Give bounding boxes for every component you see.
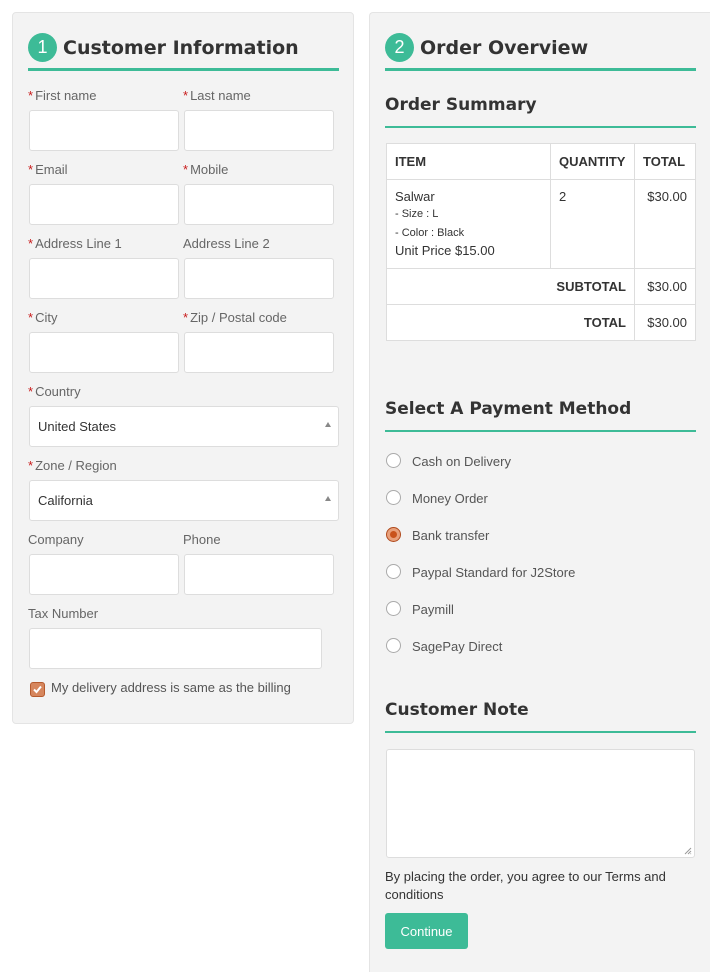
zip-label: * Zip / Postal code — [183, 310, 287, 325]
city-input[interactable] — [29, 332, 179, 373]
quantity-column-header: QUANTITY — [550, 143, 635, 180]
zone-value: California — [38, 493, 93, 508]
zone-select[interactable]: California — [29, 480, 339, 521]
address-line-1-label: * Address Line 1 — [28, 236, 122, 251]
table-header-row: ITEM QUANTITY TOTAL — [386, 143, 696, 180]
country-label: * Country — [28, 384, 81, 399]
order-overview-panel: 2 Order Overview Order Summary ITEM QUAN… — [369, 12, 710, 972]
subtotal-value: $30.00 — [634, 268, 696, 305]
subtotal-row: SUBTOTAL $30.00 — [386, 268, 696, 305]
customer-information-panel: 1 Customer Information * First name * Last… — [12, 12, 354, 724]
step-number-badge: 1 — [28, 33, 57, 62]
payment-method-title: Select A Payment Method — [385, 399, 696, 432]
customer-information-header: 1 Customer Information — [28, 27, 339, 71]
required-mark: * — [28, 88, 34, 103]
required-mark: * — [183, 88, 189, 103]
subtotal-label: SUBTOTAL — [386, 268, 635, 305]
required-mark: * — [28, 310, 34, 325]
total-label: TOTAL — [386, 304, 635, 341]
tax-number-label: Tax Number — [28, 606, 99, 621]
select-arrow-icon — [325, 496, 331, 501]
item-total-cell: $30.00 — [634, 179, 696, 269]
company-input[interactable] — [29, 554, 179, 595]
payment-label[interactable]: Money Order — [412, 491, 488, 506]
total-row: TOTAL $30.00 — [386, 304, 696, 341]
country-select[interactable]: United States — [29, 406, 339, 447]
label-text: Last name — [190, 88, 251, 103]
order-overview-header: 2 Order Overview — [385, 27, 696, 71]
item-column-header: ITEM — [386, 143, 551, 180]
address-line-2-label: Address Line 2 — [183, 236, 270, 251]
company-label: Company — [28, 532, 84, 547]
check-icon — [33, 685, 42, 694]
customer-note-textarea[interactable] — [386, 749, 695, 858]
label-text: Zip / Postal code — [190, 310, 287, 325]
zip-input[interactable] — [184, 332, 334, 373]
required-mark: * — [28, 236, 34, 251]
section-title: Customer Information — [63, 36, 299, 59]
customer-note-title: Customer Note — [385, 700, 696, 733]
mobile-label: * Mobile — [183, 162, 228, 177]
label-text: Address Line 1 — [35, 236, 122, 251]
label-text: City — [35, 310, 58, 325]
item-color: - Color : Black — [395, 227, 465, 239]
required-mark: * — [28, 162, 34, 177]
payment-label[interactable]: Paymill — [412, 602, 454, 617]
payment-label[interactable]: Bank transfer — [412, 528, 489, 543]
required-mark: * — [28, 458, 34, 473]
select-arrow-icon — [325, 422, 331, 427]
required-mark: * — [183, 310, 189, 325]
address-line-1-input[interactable] — [29, 258, 179, 299]
payment-label[interactable]: Paypal Standard for J2Store — [412, 565, 575, 580]
required-mark: * — [28, 384, 34, 399]
label-text: First name — [35, 88, 97, 103]
payment-label[interactable]: SagePay Direct — [412, 639, 502, 654]
payment-radio-cash-on-delivery[interactable] — [386, 453, 401, 468]
label-text: Mobile — [190, 162, 229, 177]
label-text: Email — [35, 162, 68, 177]
total-value: $30.00 — [634, 304, 696, 341]
continue-button[interactable]: Continue — [385, 913, 468, 949]
step-number-badge: 2 — [385, 33, 414, 62]
item-name: Salwar — [395, 189, 435, 204]
payment-radio-paypal[interactable] — [386, 564, 401, 579]
country-value: United States — [38, 419, 117, 434]
last-name-label: * Last name — [183, 88, 251, 103]
same-address-label: My delivery address is same as the billi… — [51, 680, 291, 695]
same-address-checkbox[interactable] — [30, 682, 45, 697]
last-name-input[interactable] — [184, 110, 334, 151]
zone-label: * Zone / Region — [28, 458, 117, 473]
payment-radio-money-order[interactable] — [386, 490, 401, 505]
table-row: Salwar - Size : L - Color : Black Unit P… — [386, 179, 696, 269]
first-name-input[interactable] — [29, 110, 179, 151]
required-mark: * — [183, 162, 189, 177]
mobile-input[interactable] — [184, 184, 334, 225]
total-column-header: TOTAL — [634, 143, 696, 180]
order-summary-title: Order Summary — [385, 95, 696, 128]
item-size: - Size : L — [395, 208, 439, 220]
resize-grip-icon[interactable] — [684, 847, 692, 855]
label-text: Country — [35, 384, 81, 399]
phone-input[interactable] — [184, 554, 334, 595]
email-label: * Email — [28, 162, 68, 177]
item-cell: Salwar - Size : L - Color : Black Unit P… — [386, 179, 551, 269]
section-title: Order Overview — [420, 36, 589, 59]
label-text: Zone / Region — [35, 458, 117, 473]
phone-label: Phone — [183, 532, 221, 547]
order-summary-table: ITEM QUANTITY TOTAL Salwar - Size : L - … — [386, 143, 696, 341]
payment-radio-paymill[interactable] — [386, 601, 401, 616]
payment-radio-sagepay[interactable] — [386, 638, 401, 653]
email-input[interactable] — [29, 184, 179, 225]
payment-label[interactable]: Cash on Delivery — [412, 454, 511, 469]
tax-number-input[interactable] — [29, 628, 322, 669]
payment-radio-bank-transfer[interactable] — [386, 527, 401, 542]
first-name-label: * First name — [28, 88, 96, 103]
city-label: * City — [28, 310, 57, 325]
terms-text: By placing the order, you agree to our T… — [385, 869, 666, 902]
address-line-2-input[interactable] — [184, 258, 334, 299]
quantity-cell: 2 — [550, 179, 635, 269]
item-unit-price: Unit Price $15.00 — [395, 243, 495, 258]
